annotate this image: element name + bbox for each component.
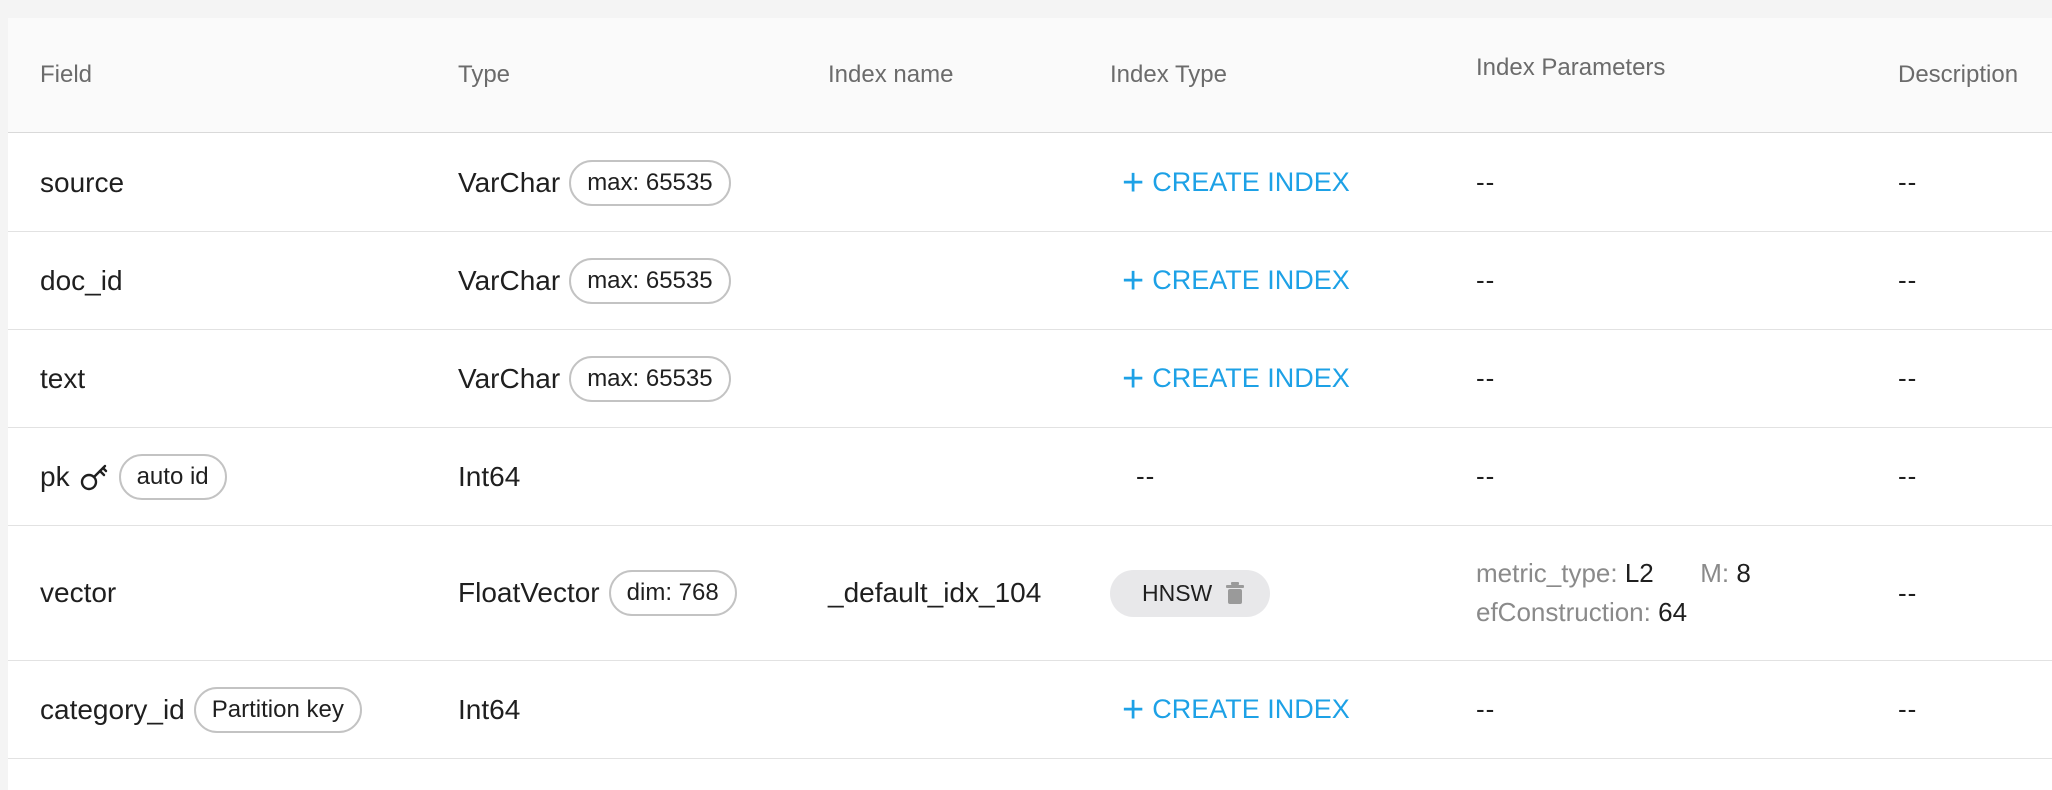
index-params-value: -- (1476, 265, 1496, 295)
column-header-description: Description (1898, 61, 2019, 88)
field-name: text (40, 362, 86, 394)
column-header-type: Type (458, 61, 511, 88)
create-index-label: CREATE INDEX (1152, 363, 1350, 393)
plus-icon: + (1122, 357, 1145, 400)
create-index-button[interactable]: + CREATE INDEX (1122, 161, 1350, 204)
table-row: vector FloatVector dim: 768 _default_idx… (8, 526, 2052, 661)
plus-icon: + (1122, 161, 1145, 204)
create-index-label: CREATE INDEX (1152, 265, 1350, 295)
create-index-button[interactable]: + CREATE INDEX (1122, 357, 1350, 400)
table-row: source VarChar max: 65535 + CREATE INDEX… (8, 134, 2052, 232)
create-index-label: CREATE INDEX (1152, 694, 1350, 724)
field-type: VarChar (458, 166, 561, 198)
column-header-index-name: Index name (828, 61, 954, 88)
index-name-value: _default_idx_104 (828, 577, 1042, 608)
index-params-value: -- (1476, 363, 1496, 393)
create-index-label: CREATE INDEX (1152, 167, 1350, 197)
index-type-label: HNSW (1142, 579, 1213, 606)
field-name: category_id (40, 693, 185, 725)
index-parameters: metric_type: L2 M: 8 efConstruction: 64 (1476, 558, 1751, 628)
description-value: -- (1898, 694, 1918, 724)
field-name: doc_id (40, 264, 123, 296)
column-header-index-parameters: Index Parameters (1476, 54, 1666, 82)
trash-icon[interactable] (1226, 582, 1245, 604)
auto-id-tag: auto id (118, 453, 227, 500)
field-type: Int64 (458, 693, 521, 725)
plus-icon: + (1122, 259, 1145, 302)
param-key: efConstruction: (1476, 597, 1651, 627)
description-value: -- (1898, 461, 1918, 491)
description-value: -- (1898, 363, 1918, 393)
field-name: vector (40, 577, 117, 608)
table-row: pk auto id Int64 -- -- -- (8, 428, 2052, 526)
create-index-button[interactable]: + CREATE INDEX (1122, 259, 1350, 302)
index-params-value: -- (1476, 167, 1496, 197)
param-key: metric_type: (1476, 558, 1618, 588)
table-header: Field Type Index name Index Type Index P… (8, 18, 2052, 133)
index-type-value: -- (1136, 461, 1156, 491)
description-value: -- (1898, 265, 1918, 295)
create-index-button[interactable]: + CREATE INDEX (1122, 688, 1350, 731)
param-value: L2 (1624, 558, 1654, 588)
table-row: text VarChar max: 65535 + CREATE INDEX -… (8, 330, 2052, 428)
partition-key-tag: Partition key (193, 686, 362, 733)
index-params-value: -- (1476, 461, 1496, 491)
param-key: M: (1700, 558, 1730, 588)
index-params-value: -- (1476, 694, 1496, 724)
column-header-index-type: Index Type (1110, 61, 1227, 88)
index-type-chip: HNSW (1110, 569, 1271, 617)
param-value: 8 (1736, 558, 1751, 588)
field-type: Int64 (458, 460, 521, 492)
key-icon (80, 464, 107, 490)
field-type: FloatVector (458, 577, 600, 608)
param-value: 64 (1658, 597, 1688, 627)
field-name: source (40, 166, 125, 198)
type-max-length-tag: max: 65535 (569, 355, 731, 402)
schema-table: Field Type Index name Index Type Index P… (8, 18, 2052, 790)
table-row: category_id Partition key Int64 + CREATE… (8, 661, 2052, 759)
type-dim-tag: dim: 768 (608, 570, 737, 616)
field-type: VarChar (458, 362, 561, 394)
column-header-field: Field (40, 61, 93, 88)
type-max-length-tag: max: 65535 (569, 257, 731, 304)
table-row: doc_id VarChar max: 65535 + CREATE INDEX… (8, 232, 2052, 330)
plus-icon: + (1122, 688, 1145, 731)
description-value: -- (1898, 577, 1918, 608)
description-value: -- (1898, 167, 1918, 197)
type-max-length-tag: max: 65535 (569, 159, 731, 206)
field-name: pk (40, 460, 70, 492)
field-type: VarChar (458, 264, 561, 296)
